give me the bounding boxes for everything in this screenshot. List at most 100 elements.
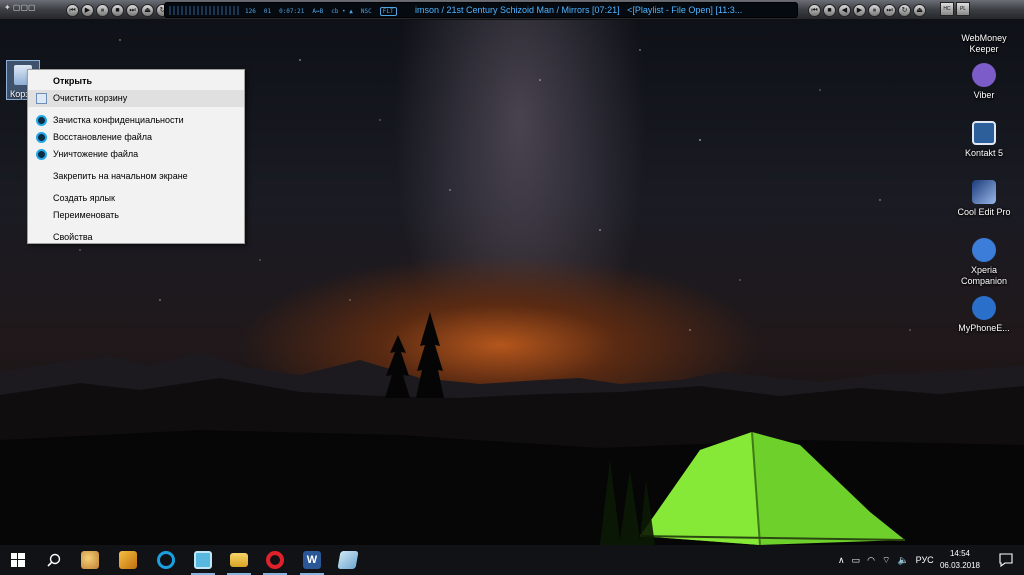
menu-item-label: Восстановление файла: [53, 132, 153, 142]
player-prev-icon[interactable]: ⏮: [66, 3, 79, 17]
app-icon: [194, 551, 212, 569]
menu-item-create-shortcut[interactable]: Создать ярлык: [28, 190, 244, 207]
taskbar-app-notepad[interactable]: [330, 545, 366, 575]
menu-item-rename[interactable]: Переименовать: [28, 207, 244, 224]
windows-icon: [11, 553, 25, 567]
desktop-icon-viber[interactable]: Viber: [954, 63, 1014, 101]
player-right-controls: ⏮ ■ ◀ ▶ ⏸ ⏭ ↻ ⏏: [808, 2, 926, 18]
taskbar-clock[interactable]: 14:54 06.03.2018: [932, 548, 988, 572]
taskbar-app-fl-studio[interactable]: [110, 545, 146, 575]
player-stats: 126 01 0:07:21 A↔B cb • ▲ NSC FLT: [245, 4, 397, 18]
player-playlist-status: <[Playlist - File Open] [11:3...: [627, 5, 743, 15]
menu-item-restore-file[interactable]: Восстановление файла: [28, 129, 244, 146]
taskbar: W ∧ ▭ ◠ ⌔ 🔈 РУС 14:54 06.03.2018: [0, 545, 1024, 575]
menu-item-shred-file[interactable]: Уничтожение файла: [28, 146, 244, 163]
network-icon[interactable]: ◠: [867, 555, 875, 566]
clock-date: 06.03.2018: [939, 561, 981, 570]
notification-icon: [999, 553, 1013, 567]
transport-repeat-icon[interactable]: ↻: [898, 3, 911, 17]
xperia-companion-icon: [972, 238, 996, 262]
menu-item-privacy-cleanup[interactable]: Зачистка конфиденциальности: [28, 112, 244, 129]
search-button[interactable]: [36, 545, 72, 575]
taskbar-app-file-explorer[interactable]: [221, 545, 257, 575]
player-left-controls: ⏮ ▶ ⏸ ■ ⏭ ⏏ ↻: [66, 2, 169, 18]
taskbar-app-paint[interactable]: [72, 545, 108, 575]
player-stop-icon[interactable]: ■: [111, 3, 124, 17]
transport-pause-icon[interactable]: ⏸: [868, 3, 881, 17]
transport-play-icon[interactable]: ▶: [853, 3, 866, 17]
menu-item-label: Зачистка конфиденциальности: [53, 115, 184, 125]
taskbar-app-word[interactable]: W: [294, 545, 330, 575]
player-track-title: imson / 21st Century Schizoid Man / Mirr…: [415, 5, 742, 15]
desktop-icon-xperia-companion[interactable]: Xperia Companion: [954, 238, 1014, 287]
taskbar-app-ccleaner[interactable]: [148, 545, 184, 575]
recuva-icon: [36, 132, 47, 143]
desktop-icon-webmoney-keeper[interactable]: WebMoney Keeper: [954, 6, 1014, 55]
player-mode2: cb • ▲: [331, 7, 353, 15]
menu-item-properties[interactable]: Свойства: [28, 229, 244, 246]
shredder-icon: [36, 149, 47, 160]
player-hc-button[interactable]: HC: [940, 2, 954, 16]
desktop-icon-cool-edit-pro[interactable]: Cool Edit Pro: [954, 180, 1014, 218]
language-indicator[interactable]: РУС: [916, 555, 934, 565]
player-nsc: NSC: [360, 7, 372, 15]
desktop-icon-label: Viber: [973, 90, 995, 100]
player-khz: 01: [263, 7, 272, 15]
cool-edit-pro-icon: [972, 180, 996, 204]
battery-icon[interactable]: ▭: [852, 555, 861, 566]
player-open-icon[interactable]: ⏏: [141, 3, 154, 17]
volume-icon[interactable]: 🔈: [897, 555, 908, 566]
player-flt: FLT: [379, 6, 397, 16]
player-track-text: imson / 21st Century Schizoid Man / Mirr…: [415, 5, 620, 15]
player-next-icon[interactable]: ⏭: [126, 3, 139, 17]
opera-icon: [266, 551, 284, 569]
action-center-button[interactable]: [988, 545, 1024, 575]
fl-studio-icon: [119, 551, 137, 569]
menu-item-label: Очистить корзину: [53, 93, 128, 103]
player-logo[interactable]: ✦ ▢▢▢: [4, 3, 54, 17]
menu-item-label: Уничтожение файла: [53, 149, 139, 159]
taskbar-app-active[interactable]: [185, 545, 221, 575]
desktop-icon-label: Xperia Companion: [960, 265, 1008, 286]
myphoneexplorer-icon: [972, 296, 996, 320]
menu-item-pin-to-start[interactable]: Закрепить на начальном экране: [28, 168, 244, 185]
taskbar-app-opera[interactable]: [257, 545, 293, 575]
player-pause-icon[interactable]: ⏸: [96, 3, 109, 17]
system-tray: ∧ ▭ ◠ ⌔ 🔈 РУС: [838, 545, 934, 575]
desktop-icon-myphoneexplorer[interactable]: MyPhoneE...: [954, 296, 1014, 334]
clock-time: 14:54: [949, 549, 971, 558]
ccleaner-icon: [157, 551, 175, 569]
empty-recycle-bin-icon: [36, 93, 47, 104]
desktop-icon-label: Cool Edit Pro: [957, 207, 1011, 217]
show-hidden-icons-chevron-icon[interactable]: ∧: [838, 555, 845, 566]
transport-back-icon[interactable]: ◀: [838, 3, 851, 17]
desktop-icon-label: WebMoney Keeper: [961, 33, 1007, 54]
desktop-icon-label: MyPhoneE...: [958, 323, 1010, 333]
recycle-bin-context-menu: Открыть Очистить корзину Зачистка конфид…: [27, 69, 245, 244]
desktop-icon-label: Kontakt 5: [964, 148, 1004, 158]
desktop-icon-kontakt[interactable]: Kontakt 5: [954, 121, 1014, 159]
player-play-icon[interactable]: ▶: [81, 3, 94, 17]
player-display: 126 01 0:07:21 A↔B cb • ▲ NSC FLT imson …: [164, 2, 798, 18]
word-icon: W: [303, 551, 321, 569]
player-bitrate: 126: [245, 7, 256, 15]
viber-icon: [972, 63, 996, 87]
transport-stop-icon[interactable]: ■: [823, 3, 836, 17]
transport-prev-icon[interactable]: ⏮: [808, 3, 821, 17]
ccleaner-icon: [36, 115, 47, 126]
menu-item-empty-recycle-bin[interactable]: Очистить корзину: [28, 90, 244, 107]
player-equalizer: [169, 6, 239, 15]
kontakt-icon: [972, 121, 996, 145]
transport-next-icon[interactable]: ⏭: [883, 3, 896, 17]
player-time: 0:07:21: [279, 7, 305, 15]
menu-item-open[interactable]: Открыть: [28, 73, 244, 90]
notepad-icon: [337, 551, 359, 569]
paint-icon: [81, 551, 99, 569]
file-explorer-icon: [230, 553, 248, 567]
search-icon: [47, 553, 61, 567]
transport-eject-icon[interactable]: ⏏: [913, 3, 926, 17]
player-mode: A↔B: [312, 7, 324, 15]
wifi-icon[interactable]: ⌔: [882, 555, 890, 566]
media-player-bar: ✦ ▢▢▢ ⏮ ▶ ⏸ ■ ⏭ ⏏ ↻ 126 01 0:07:21 A↔B c…: [0, 0, 1024, 20]
start-button[interactable]: [0, 545, 36, 575]
